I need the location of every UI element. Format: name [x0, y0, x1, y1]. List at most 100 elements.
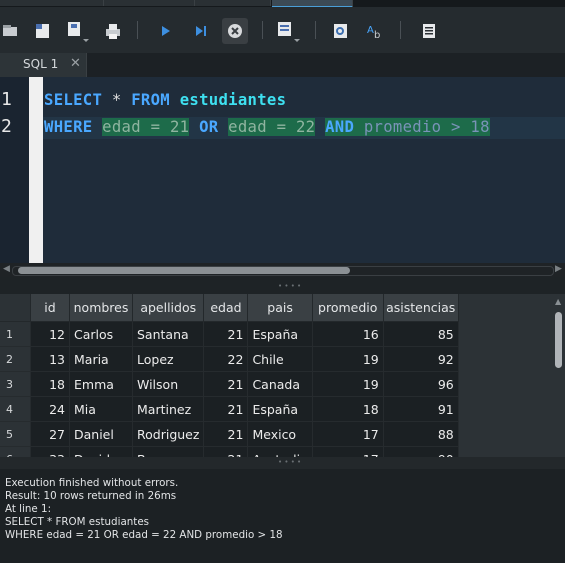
close-tab-icon[interactable]: ✕ [70, 56, 81, 71]
table-cell-pais[interactable]: Canada [247, 371, 313, 397]
svg-text:b: b [374, 30, 380, 40]
table-cell-nombres[interactable]: Mia [69, 396, 133, 422]
table-cell-promedio[interactable]: 17 [312, 446, 384, 457]
table-cell-promedio[interactable]: 18 [312, 396, 384, 422]
table-row[interactable]: 4 24 Mia Martinez 21 España 18 91 [0, 396, 459, 422]
table-cell-promedio[interactable]: 19 [312, 371, 384, 397]
column-header-asistencias[interactable]: asistencias [383, 294, 459, 322]
save-sql-file-icon[interactable] [64, 18, 90, 44]
table-cell-asistencias[interactable]: 85 [383, 321, 459, 347]
table-cell-pais[interactable]: Mexico [247, 421, 313, 447]
window-tab[interactable] [0, 0, 104, 6]
window-tab[interactable] [104, 0, 195, 6]
window-tab[interactable] [195, 0, 271, 6]
tab-sql-1[interactable]: SQL 1 ✕ [0, 53, 87, 77]
table-cell-id[interactable]: 18 [30, 371, 70, 397]
execute-all-icon[interactable] [152, 18, 178, 44]
table-row[interactable]: 3 18 Emma Wilson 21 Canada 19 96 [0, 371, 459, 397]
row-number[interactable]: 3 [0, 371, 31, 397]
table-cell-nombres[interactable]: Daniel [69, 421, 133, 447]
table-cell-nombres[interactable]: Emma [69, 371, 133, 397]
table-cell-edad[interactable]: 21 [203, 321, 249, 347]
output-line: Result: 10 rows returned in 26ms [5, 490, 177, 502]
table-cell-asistencias[interactable]: 96 [383, 371, 459, 397]
line-number: 2 [1, 116, 12, 137]
column-header-edad[interactable]: edad [203, 294, 249, 322]
editor-horizontal-scrollbar[interactable]: ◀ ▶ [0, 263, 565, 277]
table-cell-nombres[interactable]: Carlos [69, 321, 133, 347]
stop-execution-icon[interactable] [222, 18, 248, 44]
table-row[interactable]: 1 12 Carlos Santana 21 España 16 85 [0, 321, 459, 347]
print-icon[interactable] [100, 18, 126, 44]
table-cell-promedio[interactable]: 19 [312, 346, 384, 372]
message-output: Execution finished without errors. Resul… [0, 469, 565, 563]
table-cell-edad[interactable]: 22 [203, 346, 249, 372]
keyword-select: SELECT [44, 91, 103, 109]
table-cell-apellidos[interactable]: Brown [132, 446, 205, 457]
table-cell-apellidos[interactable]: Rodriguez [132, 421, 205, 447]
table-cell-nombres[interactable]: Maria [69, 346, 133, 372]
scroll-up-icon[interactable]: ▲ [555, 297, 561, 306]
table-row[interactable]: 2 13 Maria Lopez 22 Chile 19 92 [0, 346, 459, 372]
save-results-icon[interactable] [275, 18, 301, 44]
table-cell-id[interactable]: 33 [30, 446, 70, 457]
line-number: 1 [1, 89, 12, 110]
table-cell-id[interactable]: 27 [30, 421, 70, 447]
results-vertical-scrollbar[interactable]: ▲ [552, 294, 565, 457]
table-cell-promedio[interactable]: 17 [312, 421, 384, 447]
table-cell-asistencias[interactable]: 92 [383, 346, 459, 372]
fold-margin [29, 77, 43, 263]
table-cell-asistencias[interactable]: 91 [383, 396, 459, 422]
open-tab-icon[interactable] [0, 18, 24, 44]
row-number[interactable]: 6 [0, 446, 31, 457]
table-cell-edad[interactable]: 21 [203, 421, 249, 447]
pane-splitter[interactable]: • • • • [0, 277, 565, 294]
table-cell-id[interactable]: 13 [30, 346, 70, 372]
find-replace-icon[interactable]: Ab [362, 18, 388, 44]
table-cell-asistencias[interactable]: 88 [383, 421, 459, 447]
table-cell-edad[interactable]: 21 [203, 371, 249, 397]
output-line: SELECT * FROM estudiantes [5, 516, 150, 528]
table-cell-edad[interactable]: 21 [203, 396, 249, 422]
table-cell-pais[interactable]: Chile [247, 346, 313, 372]
find-icon[interactable] [328, 18, 354, 44]
table-cell-apellidos[interactable]: Santana [132, 321, 205, 347]
table-cell-pais[interactable]: España [247, 321, 313, 347]
table-cell-pais[interactable]: España [247, 396, 313, 422]
table-cell-apellidos[interactable]: Lopez [132, 346, 205, 372]
table-row[interactable]: 633DavidBrown21Australia1790 [0, 446, 459, 457]
table-cell-promedio[interactable]: 16 [312, 321, 384, 347]
execute-line-icon[interactable] [188, 18, 214, 44]
row-number[interactable]: 1 [0, 321, 31, 347]
keyword-and: AND [325, 118, 355, 136]
column-header-nombres[interactable]: nombres [69, 294, 133, 322]
pane-splitter[interactable]: • • • • [0, 457, 565, 469]
scroll-right-icon[interactable]: ▶ [555, 264, 562, 274]
scroll-thumb[interactable] [18, 267, 350, 274]
table-cell-nombres[interactable]: David [69, 446, 133, 457]
table-cell-id[interactable]: 24 [30, 396, 70, 422]
table-cell-apellidos[interactable]: Wilson [132, 371, 205, 397]
table-cell-pais[interactable]: Australia [247, 446, 313, 457]
column-header-id[interactable]: id [30, 294, 70, 322]
row-number[interactable]: 4 [0, 396, 31, 422]
table-cell-apellidos[interactable]: Martinez [132, 396, 205, 422]
comment-lines-icon[interactable] [416, 18, 442, 44]
tab-sql-1-label: SQL 1 [23, 57, 59, 71]
table-cell-id[interactable]: 12 [30, 321, 70, 347]
column-header-promedio[interactable]: promedio [312, 294, 384, 322]
open-sql-file-icon[interactable] [30, 18, 56, 44]
keyword-from: FROM [131, 91, 170, 109]
column-header-apellidos[interactable]: apellidos [132, 294, 205, 322]
row-number[interactable]: 5 [0, 421, 31, 447]
table-cell-edad[interactable]: 21 [203, 446, 249, 457]
scroll-thumb[interactable] [555, 312, 562, 368]
row-number[interactable]: 2 [0, 346, 31, 372]
column-header-pais[interactable]: pais [247, 294, 313, 322]
condition-edad-22: edad = 22 [228, 118, 316, 136]
sql-tab-bar: SQL 1 ✕ [0, 53, 565, 78]
table-cell-asistencias[interactable]: 90 [383, 446, 459, 457]
scroll-left-icon[interactable]: ◀ [3, 264, 10, 274]
table-row[interactable]: 5 27 Daniel Rodriguez 21 Mexico 17 88 [0, 421, 459, 447]
sql-editor[interactable]: 1 2 SELECT * FROM estudiantes WHERE edad… [0, 77, 565, 263]
